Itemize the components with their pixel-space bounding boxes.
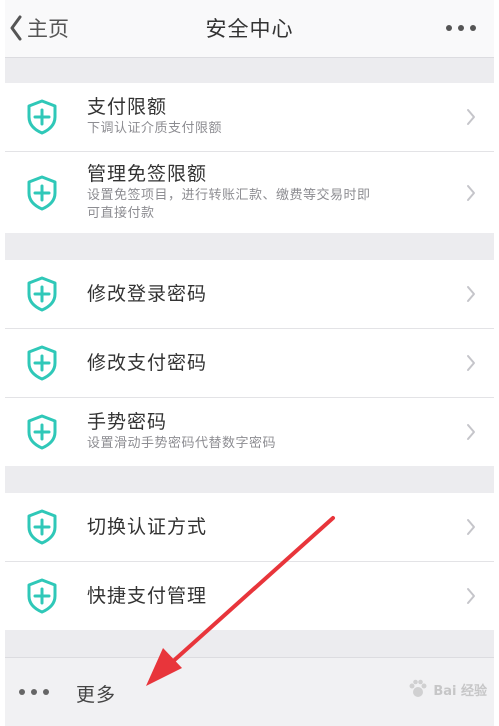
- chevron-right-icon: [466, 518, 476, 536]
- item-title: 修改支付密码: [87, 352, 208, 374]
- chevron-right-icon: [466, 285, 476, 303]
- list-item-quick-pay[interactable]: 快捷支付管理: [5, 562, 494, 630]
- shield-plus-icon: [25, 508, 59, 546]
- settings-group-limits: 支付限额 下调认证介质支付限额 管理免签限额 设置免签项目，进行转账汇款、缴费等…: [5, 83, 494, 233]
- list-item-waiver-limit[interactable]: 管理免签限额 设置免签项目，进行转账汇款、缴费等交易时即 可直接付款: [5, 152, 494, 233]
- list-item-payment-password[interactable]: 修改支付密码: [5, 329, 494, 398]
- ellipsis-icon: [19, 689, 49, 695]
- list-item-switch-auth[interactable]: 切换认证方式: [5, 493, 494, 562]
- more-label: 更多: [76, 684, 117, 706]
- page-title: 安全中心: [205, 17, 294, 41]
- chevron-right-icon: [466, 587, 476, 605]
- list-item-login-password[interactable]: 修改登录密码: [5, 260, 494, 329]
- ellipsis-icon[interactable]: [446, 25, 476, 31]
- list-item-payment-limit[interactable]: 支付限额 下调认证介质支付限额: [5, 83, 494, 152]
- chevron-right-icon: [466, 423, 476, 441]
- watermark-text: Bai 经验: [433, 683, 487, 699]
- item-title: 支付限额: [87, 96, 168, 118]
- paw-icon: [409, 679, 427, 697]
- item-title: 切换认证方式: [87, 516, 208, 538]
- shield-plus-icon: [25, 174, 59, 212]
- item-subtitle: 可直接付款: [87, 206, 155, 221]
- item-title: 手势密码: [87, 411, 168, 433]
- item-subtitle: 设置滑动手势密码代替数字密码: [87, 436, 277, 451]
- chevron-right-icon: [466, 354, 476, 372]
- settings-group-passwords: 修改登录密码 修改支付密码 手势密码 设置滑动手势密码代替数字密码: [5, 260, 494, 466]
- settings-group-auth: 切换认证方式 快捷支付管理: [5, 493, 494, 630]
- list-item-gesture-password[interactable]: 手势密码 设置滑动手势密码代替数字密码: [5, 398, 494, 466]
- item-title: 管理免签限额: [87, 163, 208, 185]
- watermark-logo: Bai 经验: [407, 678, 487, 700]
- item-title: 快捷支付管理: [87, 585, 208, 607]
- item-subtitle: 下调认证介质支付限额: [87, 121, 223, 136]
- item-subtitle: 设置免签项目，进行转账汇款、缴费等交易时即: [87, 188, 371, 203]
- shield-plus-icon: [25, 413, 59, 451]
- shield-plus-icon: [25, 98, 59, 136]
- shield-plus-icon: [25, 577, 59, 615]
- app-frame: 主页 安全中心 支付限额 下调认证介质支付限额 管理免签限额 设置免签项目，进行…: [5, 0, 494, 726]
- shield-plus-icon: [25, 275, 59, 313]
- nav-bar: 主页 安全中心: [5, 0, 494, 58]
- item-title: 修改登录密码: [87, 283, 208, 305]
- shield-plus-icon: [25, 344, 59, 382]
- chevron-right-icon: [466, 184, 476, 202]
- chevron-right-icon: [466, 108, 476, 126]
